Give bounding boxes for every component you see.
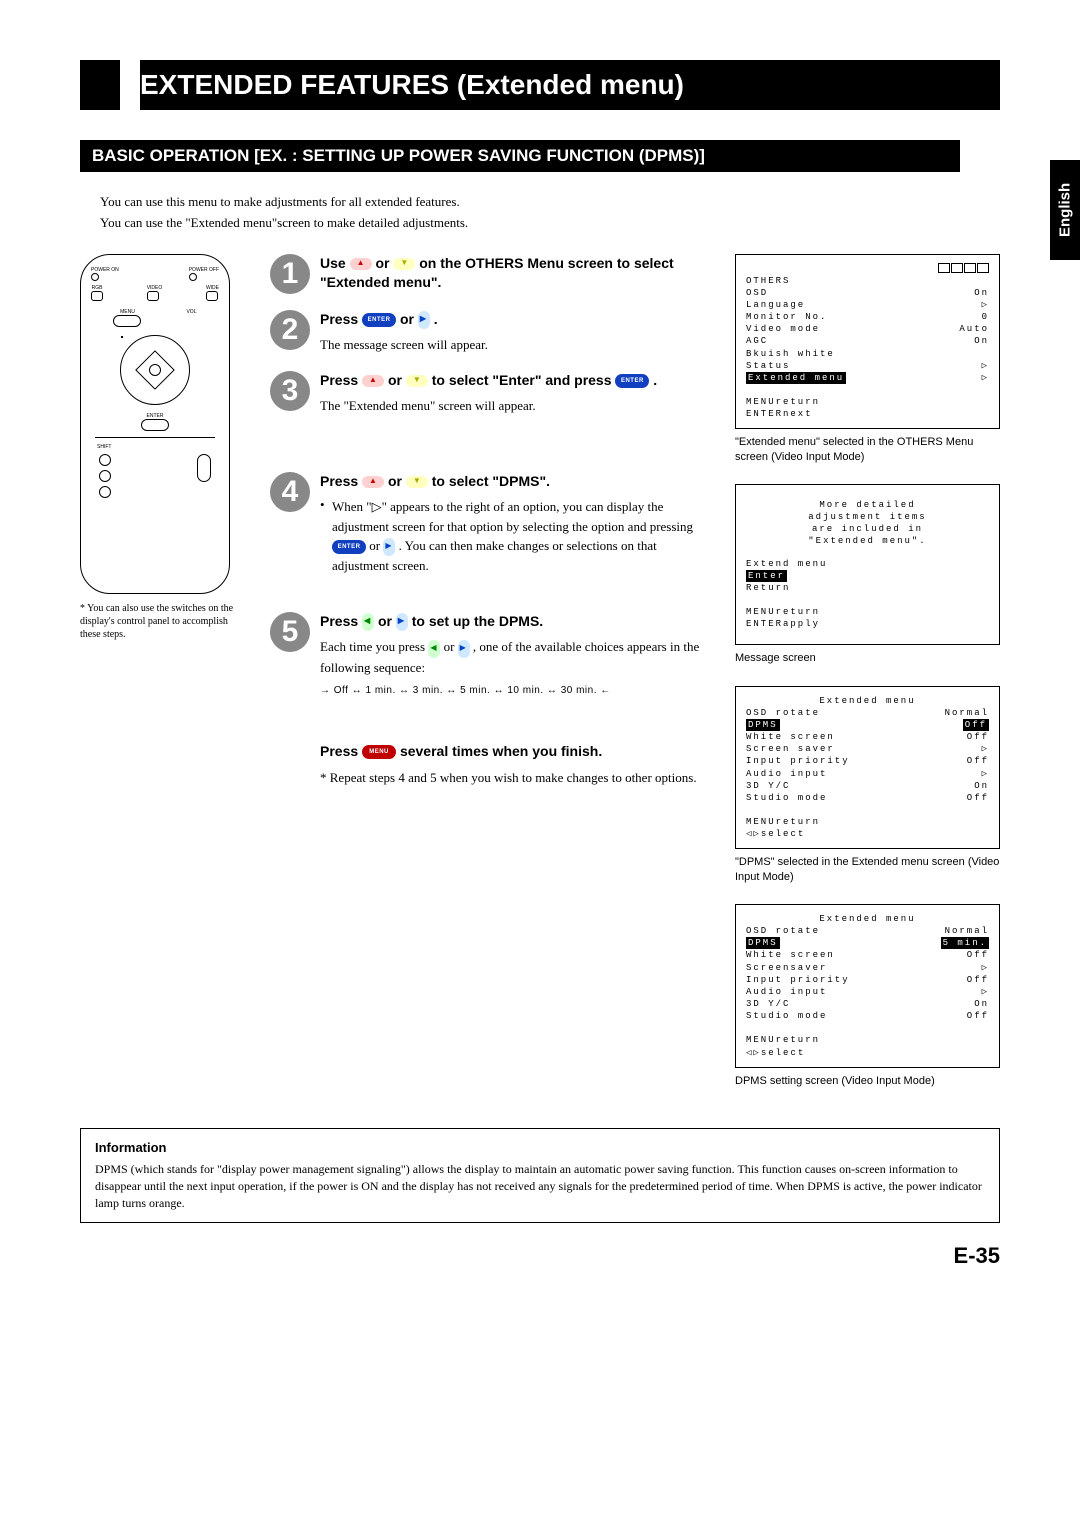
osd-screen-4: Extended menuOSD rotateNormal DPMS5 min.…	[735, 904, 1000, 1068]
intro-text: You can use this menu to make adjustment…	[100, 192, 1000, 234]
remote-enter-button	[141, 419, 169, 431]
osd-screen-1: OTHERS OSDOn Language▷ Monitor No.0 Vide…	[735, 254, 1000, 430]
remote-menu-label: MENU	[113, 309, 141, 315]
remote-rgb-button	[91, 291, 103, 301]
remote-vol-label: VOL	[186, 309, 196, 315]
step-3-number: 3	[270, 371, 310, 411]
osd-caption-4: DPMS setting screen (Video Input Mode)	[735, 1074, 1000, 1088]
right-button-icon	[418, 311, 430, 329]
step-1-title: Use or on the OTHERS Menu screen to sele…	[320, 254, 715, 293]
title-block-icon	[80, 60, 120, 110]
remote-btn-b	[99, 486, 111, 498]
remote-shift-button	[99, 454, 111, 466]
step-5-title: Press or to set up the DPMS.	[320, 612, 715, 632]
remote-menu-button	[113, 315, 141, 327]
up-button-icon	[350, 258, 372, 270]
step-3-note: The "Extended menu" screen will appear.	[320, 396, 715, 416]
remote-poweroff-led	[189, 273, 197, 281]
step-5: 5 Press or to set up the DPMS. Each time…	[270, 612, 715, 696]
step-2: 2 Press ENTER or . The message screen wi…	[270, 310, 715, 355]
step-1-number: 1	[270, 254, 310, 294]
osd-screen-2: More detailed adjustment items are inclu…	[735, 484, 1000, 645]
left-button-icon	[428, 640, 440, 658]
intro-line-1: You can use this menu to make adjustment…	[100, 192, 1000, 213]
step-finish-note: * Repeat steps 4 and 5 when you wish to …	[320, 768, 715, 788]
intro-line-2: You can use the "Extended menu"screen to…	[100, 213, 1000, 234]
down-button-icon	[393, 258, 415, 270]
step-5-number: 5	[270, 612, 310, 652]
osd-icon	[951, 263, 963, 273]
step-finish-title: Press MENU several times when you finish…	[320, 742, 715, 762]
remote-video-label: VIDEO	[147, 285, 163, 291]
remote-wide-button	[206, 291, 218, 301]
remote-rgb-label: RGB	[91, 285, 103, 291]
step-4-number: 4	[270, 472, 310, 512]
remote-poweroff-label: POWER OFF	[189, 267, 219, 273]
remote-vert-button	[197, 454, 211, 482]
remote-dpad	[120, 335, 190, 405]
osd-icon	[977, 263, 989, 273]
bullet-icon: •	[320, 497, 332, 576]
osd-screen-3: Extended menuOSD rotateNormal DPMSOff Wh…	[735, 686, 1000, 850]
right-button-icon	[396, 613, 408, 631]
step-3-title: Press or to select "Enter" and press ENT…	[320, 371, 715, 391]
step-2-title: Press ENTER or .	[320, 310, 715, 330]
osd-icon	[964, 263, 976, 273]
step-finish: Press MENU several times when you finish…	[270, 742, 715, 787]
remote-enter-label: ENTER	[140, 413, 170, 419]
section-subtitle: BASIC OPERATION [EX. : SETTING UP POWER …	[80, 140, 960, 172]
step-2-note: The message screen will appear.	[320, 335, 715, 355]
enter-button-icon: ENTER	[362, 313, 396, 327]
menu-button-icon: MENU	[362, 745, 396, 759]
step-5-note: Each time you press or , one of the avai…	[320, 637, 715, 677]
remote-wide-label: WIDE	[206, 285, 219, 291]
remote-btn-a	[99, 470, 111, 482]
up-button-icon	[362, 476, 384, 488]
step-2-number: 2	[270, 310, 310, 350]
down-button-icon	[406, 375, 428, 387]
language-tab: English	[1050, 160, 1080, 260]
remote-poweron-label: POWER ON	[91, 267, 119, 273]
information-box: Information DPMS (which stands for "disp…	[80, 1128, 1000, 1223]
down-button-icon	[406, 476, 428, 488]
osd-caption-2: Message screen	[735, 651, 1000, 665]
page-title: EXTENDED FEATURES (Extended menu)	[140, 60, 1000, 110]
remote-poweron-led	[91, 273, 99, 281]
osd-icon	[938, 263, 950, 273]
osd-caption-1: "Extended menu" selected in the OTHERS M…	[735, 435, 1000, 464]
page-number: E-35	[80, 1243, 1000, 1269]
step-5-sequence: → Off ↔ 1 min. ↔ 3 min. ↔ 5 min. ↔ 10 mi…	[320, 685, 715, 696]
step-3: 3 Press or to select "Enter" and press E…	[270, 371, 715, 416]
step-4-bullet: When "▷" appears to the right of an opti…	[332, 497, 715, 576]
enter-button-icon: ENTER	[332, 540, 366, 554]
remote-diagram: POWER ON POWER OFF RGB VIDEO	[80, 254, 230, 594]
up-button-icon	[362, 375, 384, 387]
step-4: 4 Press or to select "DPMS". • When "▷" …	[270, 472, 715, 576]
step-1: 1 Use or on the OTHERS Menu screen to se…	[270, 254, 715, 294]
information-title: Information	[95, 1139, 985, 1157]
right-button-icon	[383, 538, 395, 556]
step-4-title: Press or to select "DPMS".	[320, 472, 715, 492]
right-button-icon	[458, 640, 470, 658]
title-bar: EXTENDED FEATURES (Extended menu)	[80, 60, 1000, 110]
enter-button-icon: ENTER	[615, 374, 649, 388]
remote-footnote: * You can also use the switches on the d…	[80, 602, 250, 641]
information-body: DPMS (which stands for "display power ma…	[95, 1161, 985, 1211]
osd-caption-3: "DPMS" selected in the Extended menu scr…	[735, 855, 1000, 884]
left-button-icon	[362, 613, 374, 631]
remote-video-button	[147, 291, 159, 301]
